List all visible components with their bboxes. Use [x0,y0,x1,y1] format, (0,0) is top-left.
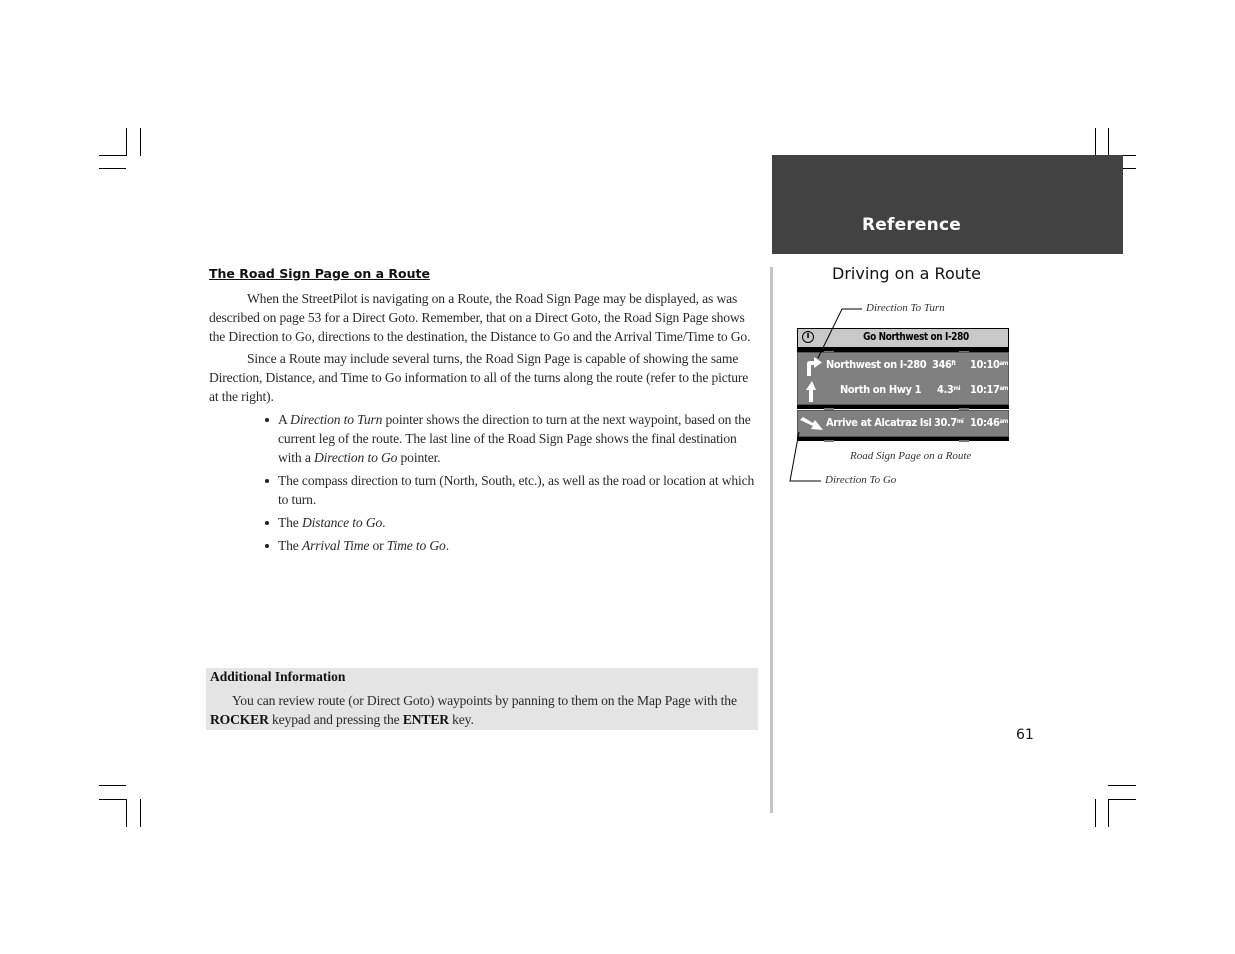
direction-to-go-arrow-icon [800,417,823,430]
bullet-icon [265,479,269,483]
bullet-item: The Distance to Go. [263,513,763,532]
turn-row: North on Hwy 1 4.3mi 10:17am [798,378,1008,402]
subsection-heading: The Road Sign Page on a Route [209,266,430,281]
screen-marker [824,440,834,442]
key-name: ENTER [402,712,449,727]
turn-right-arrow-icon [807,357,822,376]
crop-mark [126,799,127,827]
screen-marker [959,440,969,442]
info-icon: i [802,331,814,343]
additional-info-title: Additional Information [210,669,346,684]
callout-direction-to-go: Direction To Go [825,474,897,486]
additional-info-text: You can review route (or Direct Goto) wa… [210,693,737,727]
bullet-icon [265,418,269,422]
body-paragraph: Since a Route may include several turns,… [209,351,749,404]
figure-caption: Road Sign Page on a Route [850,450,972,462]
crop-mark [1108,785,1136,786]
page-number: 61 [1016,727,1034,743]
bullet-item: A Direction to Turn pointer shows the di… [263,410,763,467]
crop-mark [126,128,127,156]
bullet-item: The compass direction to turn (North, So… [263,471,763,509]
crop-mark [99,155,126,156]
crop-mark [140,128,141,156]
bullet-icon [265,521,269,525]
crop-mark [140,799,141,827]
crop-mark [99,799,126,800]
destination-panel: Arrive at Alcatraz Isl 30.7mi 10:46am [797,410,1009,437]
turn-list-panel: Northwest on I-280 346ft 10:10am North o… [797,352,1009,405]
key-name: ROCKER [210,712,269,727]
column-divider [770,267,773,813]
crop-mark [1095,799,1096,827]
road-sign-screen: i Go Northwest on I-280 Northwest on I-2… [797,328,1009,442]
screen-header-text: Go Northwest on I-280 [863,330,969,343]
destination-row: Arrive at Alcatraz Isl 30.7mi 10:46am [798,411,1008,435]
callout-direction-to-turn: Direction To Turn [866,302,945,314]
straight-arrow-icon [806,381,816,402]
section-title: Reference [862,215,961,235]
crop-mark [1095,128,1096,156]
screen-header: i Go Northwest on I-280 [797,328,1009,348]
crop-mark [1108,128,1109,156]
crop-mark [99,785,126,786]
crop-mark [1108,799,1136,800]
section-header-band [772,155,1123,254]
crop-mark [1108,799,1109,827]
turn-row: Northwest on I-280 346ft 10:10am [798,353,1008,377]
body-paragraph: When the StreetPilot is navigating on a … [209,291,751,344]
bullet-item: The Arrival Time or Time to Go. [263,536,763,555]
figure-heading: Driving on a Route [832,264,981,283]
bullet-icon [265,544,269,548]
crop-mark [99,168,126,169]
